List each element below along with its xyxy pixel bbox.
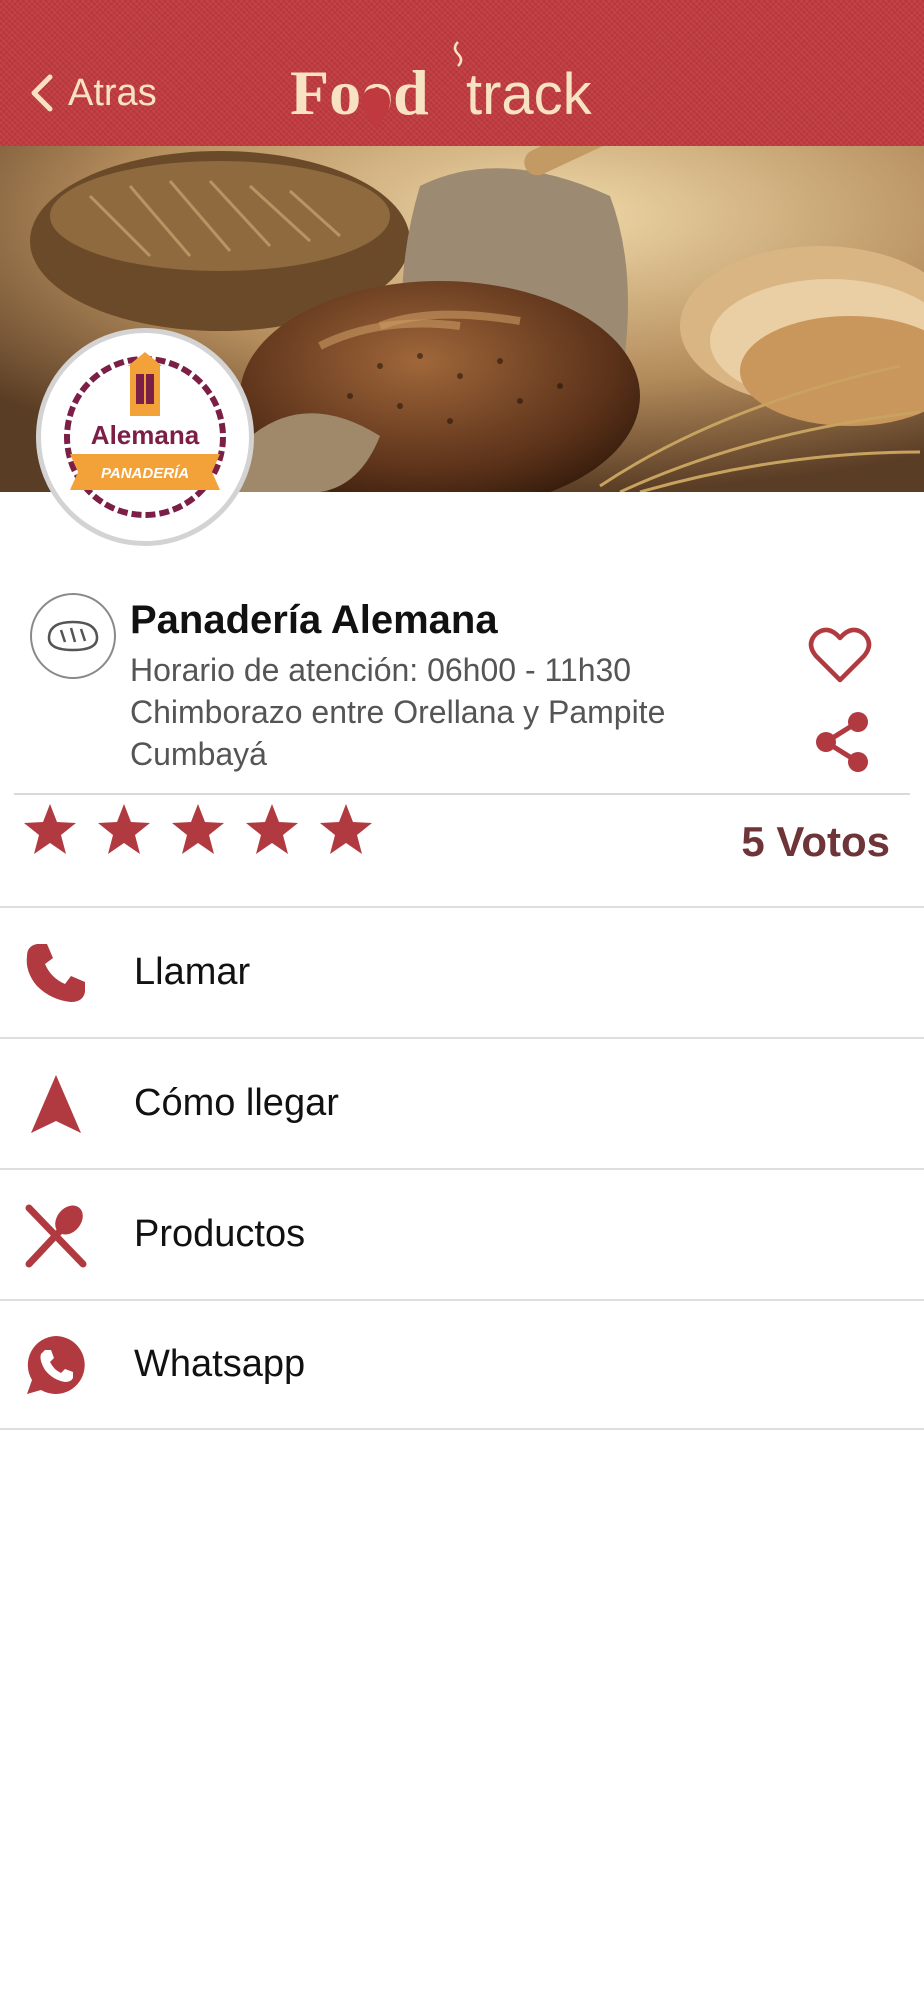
action-label: Cómo llegar	[134, 1082, 339, 1124]
divider	[14, 793, 910, 795]
place-city: Cumbayá	[130, 736, 267, 772]
share-icon	[816, 712, 868, 772]
bread-icon	[30, 593, 116, 679]
back-button[interactable]: Atras	[28, 66, 157, 120]
brand-logo-ribbon: PANADERÍA	[101, 465, 189, 482]
top-app-bar: Atras Food track	[0, 0, 924, 146]
action-label: Productos	[134, 1213, 306, 1255]
logo-text-light: track	[466, 62, 593, 127]
logo-text-bold: Food	[290, 57, 429, 128]
directions-row[interactable]: Cómo llegar	[0, 1037, 924, 1168]
rating-stars[interactable]	[22, 802, 374, 858]
action-label: Whatsapp	[134, 1343, 306, 1385]
place-hours: Horario de atención: 06h00 - 11h30	[130, 652, 632, 688]
star-icon[interactable]	[318, 802, 374, 858]
place-address: Chimborazo entre Orellana y Pampite	[130, 694, 666, 730]
votes-count: 5 Votos	[741, 818, 890, 865]
foodtrack-logo: Food track	[290, 40, 640, 140]
place-name: Panadería Alemana	[130, 598, 498, 642]
star-icon[interactable]	[170, 802, 226, 858]
action-label: Llamar	[134, 951, 251, 993]
back-label: Atras	[68, 71, 157, 114]
chevron-left-icon	[31, 74, 53, 112]
heart-icon	[808, 627, 872, 683]
call-row[interactable]: Llamar	[0, 906, 924, 1037]
brand-logo-name: Alemana	[91, 420, 200, 450]
favorite-button[interactable]	[808, 626, 872, 684]
action-list: Llamar Cómo llegar Productos Whatsapp	[0, 906, 924, 1430]
star-icon[interactable]	[22, 802, 78, 858]
brand-logo-avatar: Alemana PANADERÍA	[36, 328, 254, 546]
share-button[interactable]	[812, 710, 872, 774]
star-icon[interactable]	[96, 802, 152, 858]
utensils-icon	[22, 1201, 90, 1269]
phone-icon	[22, 939, 90, 1007]
star-icon[interactable]	[244, 802, 300, 858]
navigation-arrow-icon	[22, 1070, 90, 1138]
products-row[interactable]: Productos	[0, 1168, 924, 1299]
whatsapp-row[interactable]: Whatsapp	[0, 1299, 924, 1430]
whatsapp-icon	[22, 1331, 90, 1399]
